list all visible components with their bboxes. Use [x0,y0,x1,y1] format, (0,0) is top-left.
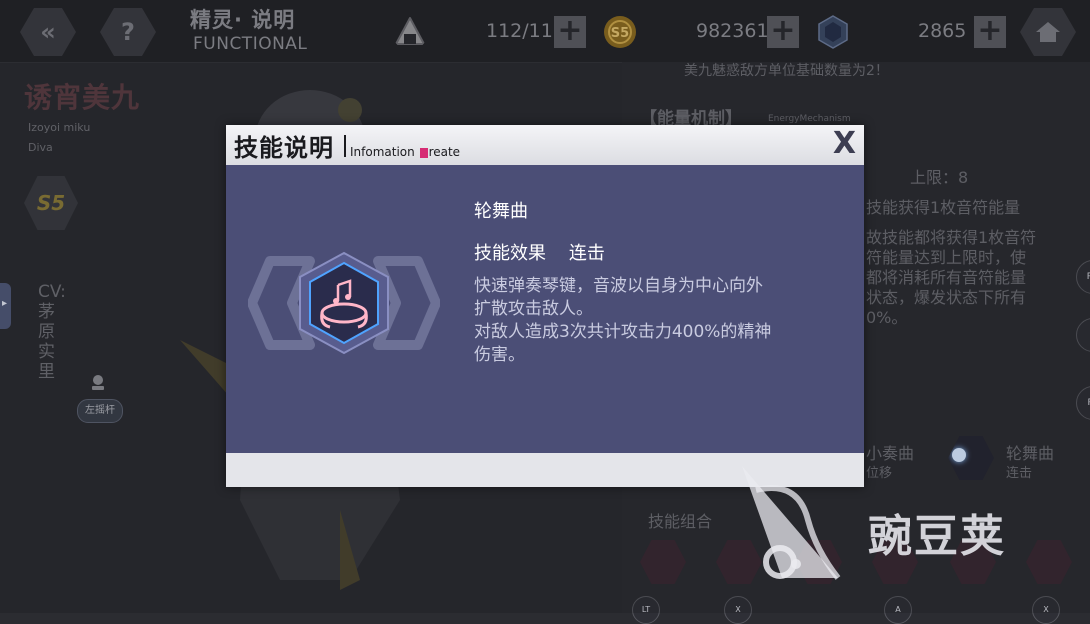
skill-description: 快速弹奏琴键，音波以自身为中心向外 扩散攻击敌人。 对敌人造成3次共计攻击力40… [474,275,844,367]
skill-info-dialog: 技能说明 Infomation reate X 轮舞曲 技能效果 连击 快速弹奏… [226,125,864,487]
dialog-subtitle: Infomation reate [350,145,460,159]
dialog-subtitle-part2: reate [428,145,461,159]
dialog-body: 轮舞曲 技能效果 连击 快速弹奏琴键，音波以自身为中心向外 扩散攻击敌人。 对敌… [226,165,864,453]
rondo-skill-icon [248,251,440,355]
skill-desc-line: 伤害。 [474,345,525,365]
skill-effect: 技能效果 连击 [474,243,605,264]
pink-marker-icon [419,147,428,158]
skill-desc-line: 扩散攻击敌人。 [474,299,593,319]
skill-desc-line: 对敌人造成3次共计攻击力400%的精神 [474,322,772,342]
dialog-header: 技能说明 Infomation reate X [226,125,864,165]
dialog-subtitle-part1: Infomation [350,145,419,159]
close-button[interactable]: X [833,127,856,161]
dialog-title: 技能说明 [234,134,334,162]
watermark-text: 豌豆荚 [868,511,1006,562]
title-divider [344,135,346,157]
skill-name: 轮舞曲 [474,201,528,222]
skill-desc-line: 快速弹奏琴键，音波以自身为中心向外 [474,276,763,296]
